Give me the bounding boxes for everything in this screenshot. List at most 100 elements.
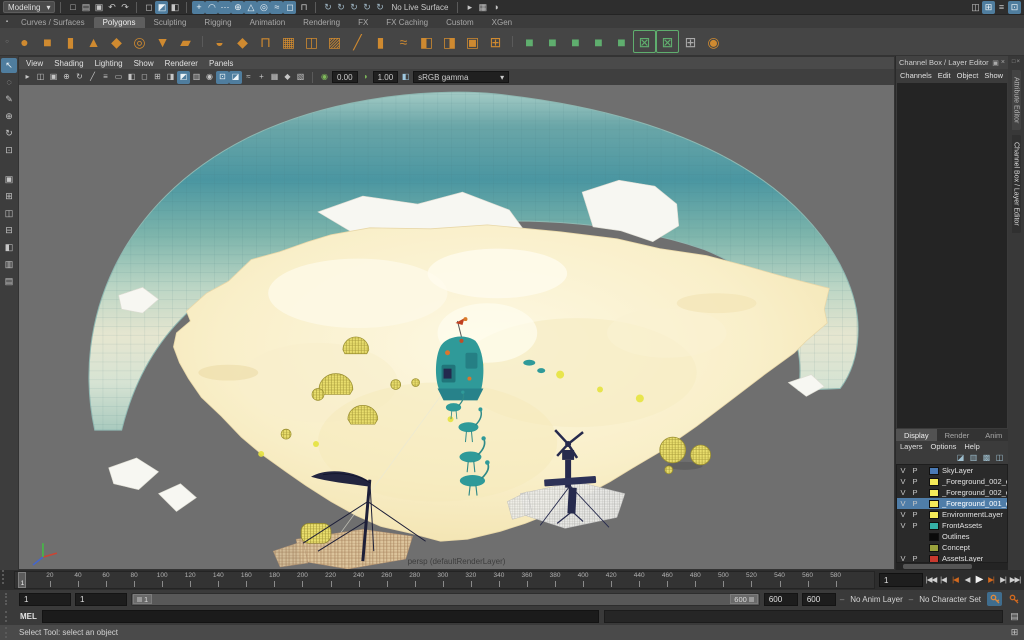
layer-color-swatch[interactable]: [929, 511, 939, 519]
layer-row--foreground-002-es-er[interactable]: VP_Foreground_002_es:Er: [897, 487, 1007, 498]
safe-action-icon[interactable]: ◩: [177, 71, 190, 84]
menu-object[interactable]: Object: [957, 71, 979, 80]
script-editor-icon[interactable]: ▤: [1008, 610, 1021, 623]
lock-camera-icon[interactable]: ◫: [34, 71, 47, 84]
move-layer-up-icon[interactable]: ◪: [955, 452, 966, 463]
quad-draw-icon[interactable]: ▣: [461, 30, 484, 53]
new-scene-icon[interactable]: □: [66, 1, 79, 14]
shelf-tab-curves-surfaces[interactable]: Curves / Surfaces: [12, 17, 94, 28]
anim-layer-dropdown[interactable]: No Anim Layer: [848, 595, 904, 604]
render-current-frame-icon[interactable]: ▸: [463, 1, 476, 14]
layer-color-swatch[interactable]: [929, 555, 939, 563]
layer-color-swatch[interactable]: [929, 478, 939, 486]
workspace-tool-settings-toggle-icon[interactable]: ⊞: [982, 1, 995, 14]
workspace-outliner-toggle-icon[interactable]: ◫: [969, 1, 982, 14]
soft-select-icon[interactable]: ⊠: [656, 30, 679, 53]
layer-color-swatch[interactable]: [929, 544, 939, 552]
range-end-handle[interactable]: 600: [730, 594, 758, 604]
shelf-tab-rendering[interactable]: Rendering: [294, 17, 349, 28]
extrude-icon[interactable]: ⊓: [254, 30, 277, 53]
layer-editor-tab-display[interactable]: Display: [896, 429, 937, 441]
command-language-toggle[interactable]: MEL: [20, 612, 37, 621]
move-layer-down-icon[interactable]: ▥: [968, 452, 979, 463]
menu-show[interactable]: Show: [984, 71, 1003, 80]
layer-color-swatch[interactable]: [929, 533, 939, 541]
select-camera-icon[interactable]: ▸: [21, 71, 34, 84]
layer-row-concept[interactable]: Concept: [897, 542, 1007, 553]
shelf-menu-icon[interactable]: ▪: [2, 15, 12, 28]
textured-icon[interactable]: ◪: [229, 71, 242, 84]
menu-panels[interactable]: Panels: [209, 59, 233, 68]
gate-mask-icon[interactable]: ⊞: [151, 71, 164, 84]
menu-help[interactable]: Help: [964, 442, 979, 451]
layout-single-pane-icon[interactable]: ▣: [1, 172, 17, 187]
layer-row-frontassets[interactable]: VPFrontAssets: [897, 520, 1007, 531]
resolution-gate-icon[interactable]: ◻: [138, 71, 151, 84]
menuset-dropdown[interactable]: Modeling ▾: [3, 1, 55, 13]
menu-show[interactable]: Show: [134, 59, 154, 68]
layer-row-environmentlayer[interactable]: VPEnvironmentLayer: [897, 509, 1007, 520]
multi-cut-icon[interactable]: ╱: [346, 30, 369, 53]
step-back-key-button[interactable]: |◀: [949, 574, 961, 587]
poly-plane-icon[interactable]: ◆: [105, 30, 128, 53]
character-set-dropdown[interactable]: No Character Set: [917, 595, 983, 604]
close-sidebar-icon[interactable]: ×: [1017, 59, 1021, 65]
field-chart-icon[interactable]: ◨: [164, 71, 177, 84]
snap-to-curve-icon[interactable]: ◠: [205, 1, 218, 14]
layer-visibility-toggle[interactable]: V: [897, 521, 909, 530]
lock-selection-icon[interactable]: ⊓: [297, 1, 310, 14]
menu-renderer[interactable]: Renderer: [165, 59, 198, 68]
create-layer-from-selected-icon[interactable]: ◫: [994, 452, 1005, 463]
snap-to-view-plane-icon[interactable]: △: [244, 1, 257, 14]
poly-prism-icon[interactable]: ▼: [151, 30, 174, 53]
layer-editor-tab-render[interactable]: Render: [937, 429, 978, 441]
screen-space-ao-icon[interactable]: ▦: [268, 71, 281, 84]
viewport-canvas[interactable]: persp (defaultRenderLayer): [19, 85, 894, 569]
film-gate-icon[interactable]: ◧: [125, 71, 138, 84]
save-scene-icon[interactable]: ▣: [92, 1, 105, 14]
view-transform-dropdown[interactable]: sRGB gamma▾: [413, 71, 509, 83]
layer-playback-toggle[interactable]: P: [909, 466, 921, 475]
layer-color-swatch[interactable]: [929, 489, 939, 497]
bevel-icon[interactable]: ■: [610, 30, 633, 53]
workspace-attribute-editor-toggle-icon[interactable]: ≡: [995, 1, 1008, 14]
multisample-icon[interactable]: ▧: [294, 71, 307, 84]
layer-color-swatch[interactable]: [929, 500, 939, 508]
layer-row-outlines[interactable]: Outlines: [897, 531, 1007, 542]
exposure-field[interactable]: 0.00: [332, 71, 358, 83]
layer-visibility-toggle[interactable]: V: [897, 466, 909, 475]
menu-shading[interactable]: Shading: [54, 59, 83, 68]
history-toggle-icon[interactable]: ↻: [334, 1, 347, 14]
snap-to-projected-center-icon[interactable]: ⊕: [231, 1, 244, 14]
layer-color-swatch[interactable]: [929, 522, 939, 530]
sphere-projection-icon[interactable]: ◒: [208, 30, 231, 53]
menu-channels[interactable]: Channels: [900, 71, 932, 80]
layer-playback-toggle[interactable]: P: [909, 499, 921, 508]
layer-row--foreground-001-es-er[interactable]: VP_Foreground_001_es:Er: [897, 498, 1007, 509]
mirror-icon[interactable]: ◨: [438, 30, 461, 53]
bridge-icon[interactable]: ▦: [277, 30, 300, 53]
wireframe-icon[interactable]: ◉: [203, 71, 216, 84]
two-d-pan-zoom-icon[interactable]: ╱: [86, 71, 99, 84]
ipr-render-icon[interactable]: ◑: [489, 1, 502, 14]
range-slider[interactable]: 1 600: [131, 593, 760, 606]
layout-outliner-persp-icon[interactable]: ▥: [1, 257, 17, 272]
poly-cylinder-icon[interactable]: ▮: [59, 30, 82, 53]
set-key-icon[interactable]: [1006, 592, 1021, 606]
shelf-tab-animation[interactable]: Animation: [241, 17, 295, 28]
gamma-icon[interactable]: ◑: [359, 71, 372, 84]
grease-pencil-icon[interactable]: ≡: [99, 71, 112, 84]
delete-edge-icon[interactable]: ■: [587, 30, 610, 53]
play-backwards-button[interactable]: ◀: [961, 574, 973, 587]
layer-list-scrollbar[interactable]: [896, 563, 1008, 570]
shelf-handle-icon[interactable]: ○: [2, 30, 12, 53]
play-forwards-button[interactable]: ▶: [973, 574, 985, 587]
grid-toggle-icon[interactable]: ▭: [112, 71, 125, 84]
render-view-icon[interactable]: ▦: [476, 1, 489, 14]
shelf-tab-custom[interactable]: Custom: [437, 17, 483, 28]
shelf-tab-polygons[interactable]: Polygons: [94, 17, 145, 28]
snap-extra-icon[interactable]: ◻: [283, 1, 296, 14]
poly-torus-icon[interactable]: ◎: [128, 30, 151, 53]
time-slider-grip[interactable]: [2, 570, 10, 584]
close-panel-icon[interactable]: ×: [1001, 59, 1005, 67]
